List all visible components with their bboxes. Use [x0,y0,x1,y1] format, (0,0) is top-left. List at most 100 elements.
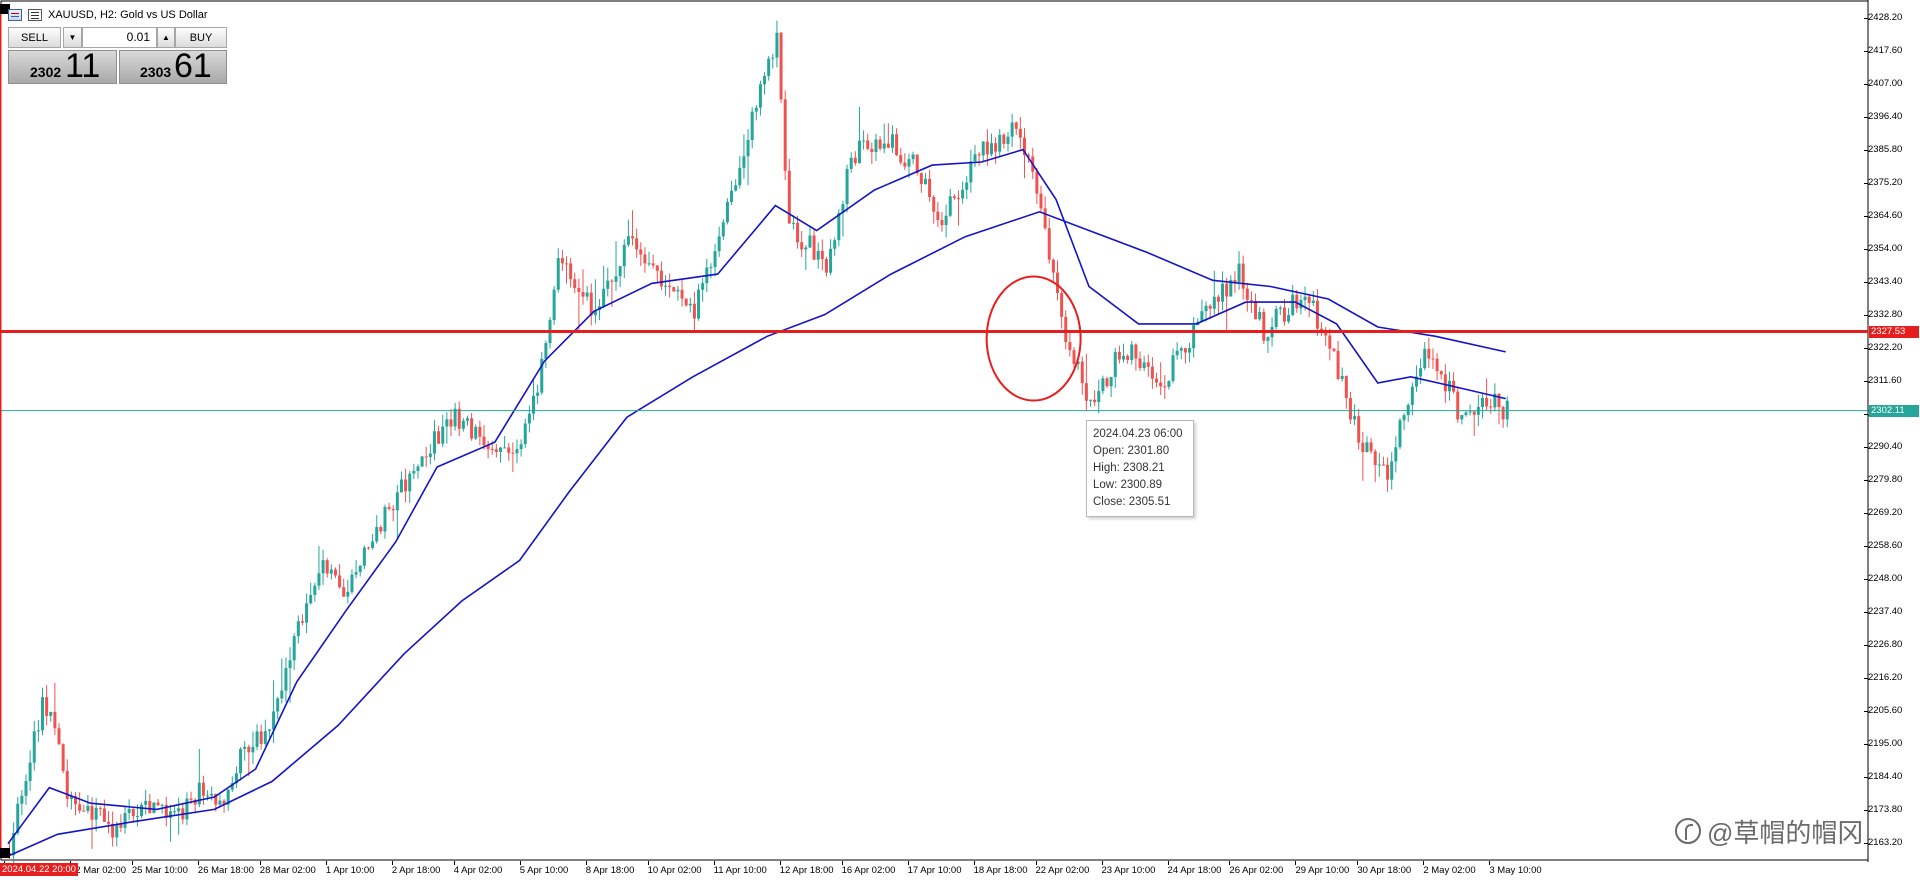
chart-window[interactable]: XAUUSD, H2: Gold vs US Dollar SELL ▼ 0.0… [0,0,1920,882]
candle-body [808,235,812,248]
buy-price-box[interactable]: 2303 61 [119,47,227,85]
candle-body [387,506,391,509]
candle-body [284,668,288,691]
candle-body [49,711,53,716]
candle-body [449,419,453,427]
candle-body [1126,355,1130,360]
candle-body [1249,299,1253,301]
candle-body [1282,307,1286,322]
candle-body [989,143,993,155]
candle-body [1423,348,1427,369]
time-axis[interactable]: 20 Mar 202422 Mar 02:0025 Mar 10:0026 Ma… [0,861,1868,882]
candle-body [977,154,981,156]
candle-body [350,574,354,592]
candle-body [618,266,622,277]
candle-body [833,240,837,249]
candle-body [779,32,783,100]
candle-body [1150,366,1154,379]
candle-body [1171,355,1175,382]
candle-body [1221,283,1225,302]
price-tick-label: 2279.80 [1863,474,1903,486]
candle-body [140,804,144,817]
price-tick-label: 2375.20 [1863,177,1903,189]
time-tick-label: 23 Apr 10:00 [1101,861,1156,876]
candle-body [754,107,758,112]
sell-price-big: 11 [65,47,101,85]
price-tick-label: 2237.40 [1863,606,1903,618]
candle-body [300,621,304,623]
watermark-text: @草帽的帽冈 [1707,817,1864,848]
candle-body [90,805,94,820]
candle-body [507,447,511,453]
lot-increase-button[interactable]: ▲ [157,27,175,48]
candle-body [1109,376,1113,387]
price-tick-label: 2290.40 [1863,441,1903,453]
time-tick-label: 4 Apr 02:00 [453,861,503,876]
lot-decrease-button[interactable]: ▼ [63,27,82,48]
candle-body [86,805,90,811]
candle-body [890,134,894,148]
crosshair-price-label: 2327.53 [1869,325,1919,338]
candle-body [1097,391,1101,403]
candle-body [1204,305,1208,312]
candle-body [853,157,857,164]
candle-body [1373,451,1377,465]
candle-body [1167,381,1171,387]
candle-body [697,289,701,319]
candle-body [804,247,808,250]
chart-window-icon[interactable] [8,9,22,21]
candle-body [82,810,86,812]
candle-body [1105,378,1109,387]
price-tick-label: 2248.00 [1863,573,1903,585]
candle-body [882,143,886,149]
candle-body [173,811,177,813]
buy-price-small: 2303 [140,64,172,80]
candle-body [622,244,626,267]
candle-body [321,560,325,574]
candle-body [1353,416,1357,420]
candle-body [994,143,998,152]
candle-body [32,731,36,763]
price-tick-label: 2195.00 [1863,738,1903,750]
candle-body [750,111,754,141]
lot-size-input[interactable]: 0.01 [82,27,157,48]
candle-body [45,697,49,716]
crosshair-time-label: 2024.04.22 20:00 [0,863,78,876]
candle-body [857,140,861,164]
candle-body [1332,348,1336,351]
candle-body [1006,136,1010,144]
sell-price-box[interactable]: 2302 11 [8,47,117,85]
candle-body [783,99,787,171]
candle-body [333,569,337,576]
candle-body [631,236,635,239]
chart-menu-icon[interactable] [28,9,42,21]
tooltip-low: Low: 2300.89 [1093,479,1163,491]
candle-body [1443,374,1447,392]
price-tick-label: 2343.40 [1863,276,1903,288]
price-tick-label: 2428.20 [1863,12,1903,24]
candle-body [911,154,915,160]
candle-body [668,285,672,288]
sell-button[interactable]: SELL [8,27,61,48]
price-chart[interactable] [0,0,1920,882]
candle-body [862,140,866,142]
candle-body [1245,288,1249,300]
candle-body [1146,362,1150,367]
candle-body [767,58,771,76]
candle-body [309,594,313,604]
candle-body [251,746,255,753]
candle-body [478,426,482,437]
candle-body [556,258,560,290]
candle-body [800,242,804,250]
candle-body [342,587,346,597]
candle-body [837,212,841,241]
candle-body [457,408,461,429]
time-tick-label: 17 Apr 10:00 [907,861,962,876]
candle-body [243,746,247,749]
candle-body [317,573,321,586]
candle-body [614,276,618,282]
candle-body [490,449,494,451]
candle-body [358,565,362,573]
buy-button[interactable]: BUY [175,27,227,48]
price-axis[interactable]: 2428.20 2417.60 2407.00 2396.40 2385.80 2375.… [1863,0,1920,862]
